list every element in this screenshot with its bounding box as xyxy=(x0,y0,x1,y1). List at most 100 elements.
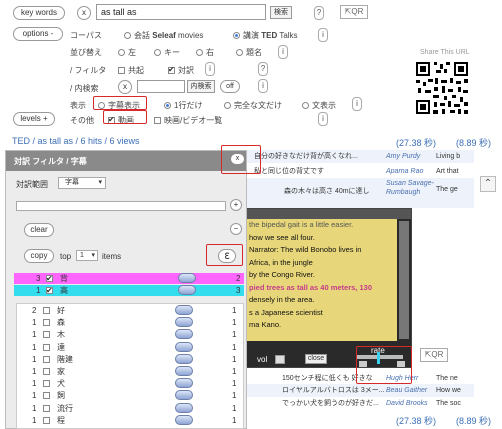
highlight-rate-box xyxy=(356,346,412,384)
checkbox-checked-icon[interactable] xyxy=(46,273,53,284)
inner-clear-button[interactable]: x xyxy=(118,80,132,94)
breadcrumb[interactable]: TED / as tall as / 6 hits / 6 views xyxy=(12,136,140,146)
result-title[interactable]: How we xyxy=(436,384,461,397)
speaker-toggle[interactable] xyxy=(175,366,193,376)
speaker-toggle[interactable] xyxy=(178,285,196,295)
options-button[interactable]: options - xyxy=(13,27,63,41)
result-row[interactable]: 私と同じ位の背丈です Aparna Rao Art that xyxy=(246,165,474,178)
filter-info-button[interactable]: i xyxy=(205,62,215,76)
result-text: 自分の好きなだけ背が高くなれ... xyxy=(254,153,358,160)
remove-button[interactable]: − xyxy=(230,223,242,235)
word-list-row[interactable]: 2 好 1 xyxy=(16,305,244,316)
word-list-row[interactable]: 1 階建 1 xyxy=(16,353,244,365)
result-row[interactable]: 森の木々は高さ 40mに達し Susan Savage-Rumbaugh The… xyxy=(246,178,474,208)
inner-off-button[interactable]: off xyxy=(220,80,240,93)
result-speaker[interactable]: Amy Purdy xyxy=(386,150,420,163)
video-qr-button[interactable]: ⇱QR xyxy=(420,348,448,362)
display-full[interactable]: 完全な文だけ xyxy=(224,100,282,111)
checkbox-icon[interactable] xyxy=(43,331,50,339)
inner-info-button[interactable]: i xyxy=(258,79,268,93)
speaker-toggle[interactable] xyxy=(175,402,193,413)
filter-parallel[interactable]: 対訳 xyxy=(168,65,194,76)
sort-right[interactable]: 右 xyxy=(196,47,214,58)
inner-search-button[interactable]: 内検索 xyxy=(187,80,215,93)
result-speaker[interactable]: Susan Savage-Rumbaugh xyxy=(386,179,434,197)
result-row[interactable]: でっかい犬を飼うのが好きだ... David Brooks The soc xyxy=(246,397,474,410)
word-list-row[interactable]: 1 飼 1 xyxy=(16,390,244,401)
copy-button[interactable]: copy xyxy=(24,249,54,263)
result-row[interactable]: ロイヤルアルバトロスは 3メー... Beau Gaither How we xyxy=(246,384,474,397)
help-button[interactable]: ? xyxy=(314,6,324,20)
result-title[interactable]: The ge xyxy=(436,186,458,193)
checkbox-icon[interactable] xyxy=(43,355,50,363)
word-list-row[interactable]: 1 程 1 xyxy=(16,414,244,426)
checkbox-icon[interactable] xyxy=(43,404,50,412)
corpus-option-conversation[interactable]: 会話 Seleaf movies xyxy=(124,30,203,41)
speaker-toggle[interactable] xyxy=(175,341,193,352)
word-list-row[interactable]: 1 達 1 xyxy=(16,341,244,353)
speaker-toggle[interactable] xyxy=(175,305,193,315)
vol-slider[interactable] xyxy=(275,355,285,364)
scroll-up-button[interactable]: ⌃ xyxy=(480,176,496,192)
video-player[interactable]: the bipedal gait is a little easier. how… xyxy=(246,208,412,368)
qr-button[interactable]: ⇱QR xyxy=(340,5,368,19)
word-list-row[interactable]: 1 家 1 xyxy=(16,366,244,377)
sort-key[interactable]: キー xyxy=(154,47,180,58)
inner-search-input[interactable] xyxy=(137,80,185,93)
top-select[interactable]: 1 ▾ xyxy=(76,250,98,261)
video-scrollbar[interactable] xyxy=(399,221,409,339)
other-info-button[interactable]: i xyxy=(318,112,328,126)
range-select[interactable]: 字幕 ▾ xyxy=(58,177,106,189)
result-title[interactable]: The soc xyxy=(436,397,461,410)
highlight-row[interactable]: 1 高 3 xyxy=(14,285,244,296)
sort-left[interactable]: 左 xyxy=(118,47,136,58)
levels-button[interactable]: levels + xyxy=(13,112,55,126)
result-row[interactable]: 自分の好きなだけ背が高くなれ... Amy Purdy Living b xyxy=(246,150,474,163)
video-close-button[interactable]: close xyxy=(305,354,327,364)
result-speaker[interactable]: Beau Gaither xyxy=(386,384,427,397)
corpus-option-ted[interactable]: 講演 TED Talks xyxy=(233,30,298,41)
checkbox-icon[interactable] xyxy=(43,380,50,388)
add-button[interactable]: + xyxy=(230,199,242,211)
filter-cooccurrence[interactable]: 共起 xyxy=(118,65,144,76)
result-title[interactable]: Art that xyxy=(436,165,459,178)
display-info-button[interactable]: i xyxy=(352,97,362,111)
corpus-info-button[interactable]: i xyxy=(318,28,328,42)
word-input[interactable] xyxy=(16,201,226,211)
video-qr-label: QR xyxy=(431,350,444,359)
sort-title[interactable]: 題名 xyxy=(236,47,262,58)
checkbox-icon[interactable] xyxy=(43,368,50,375)
search-button[interactable]: 検索 xyxy=(270,6,292,19)
speaker-toggle[interactable] xyxy=(175,317,193,328)
word-list-row[interactable]: 1 犬 1 xyxy=(16,378,244,389)
speaker-toggle[interactable] xyxy=(178,273,196,283)
other-list-label: 映画/ビデオ一覧 xyxy=(164,116,223,125)
sort-info-button[interactable]: i xyxy=(278,45,288,59)
clear-button[interactable]: clear xyxy=(24,223,54,237)
checkbox-icon[interactable] xyxy=(43,307,50,314)
result-speaker[interactable]: David Brooks xyxy=(386,397,428,410)
clear-search-button[interactable]: x xyxy=(77,6,91,20)
search-input[interactable]: as tall as xyxy=(96,4,266,20)
other-list[interactable]: 映画/ビデオ一覧 xyxy=(154,115,222,126)
result-speaker[interactable]: Aparna Rao xyxy=(386,165,423,178)
speaker-toggle[interactable] xyxy=(175,353,193,364)
word-list-row[interactable]: 1 流行 1 xyxy=(16,402,244,414)
checkbox-icon[interactable] xyxy=(43,392,50,400)
display-oneline[interactable]: 1行だけ xyxy=(164,100,202,111)
display-context[interactable]: 文表示 xyxy=(302,100,336,111)
speaker-toggle[interactable] xyxy=(175,329,193,340)
checkbox-icon[interactable] xyxy=(43,319,50,327)
result-title[interactable]: Living b xyxy=(436,150,460,163)
word-list-row[interactable]: 1 森 1 xyxy=(16,317,244,328)
speaker-toggle[interactable] xyxy=(175,414,193,425)
highlight-row[interactable]: 3 背 2 xyxy=(14,273,244,284)
speaker-toggle[interactable] xyxy=(175,378,193,389)
word-list-row[interactable]: 1 木 1 xyxy=(16,329,244,340)
filter-help-button[interactable]: ? xyxy=(258,62,268,76)
checkbox-icon[interactable] xyxy=(43,343,50,351)
checkbox-icon[interactable] xyxy=(43,416,50,424)
key-words-button[interactable]: key words xyxy=(13,6,65,20)
checkbox-checked-icon[interactable] xyxy=(46,285,53,296)
speaker-toggle[interactable] xyxy=(175,390,193,401)
